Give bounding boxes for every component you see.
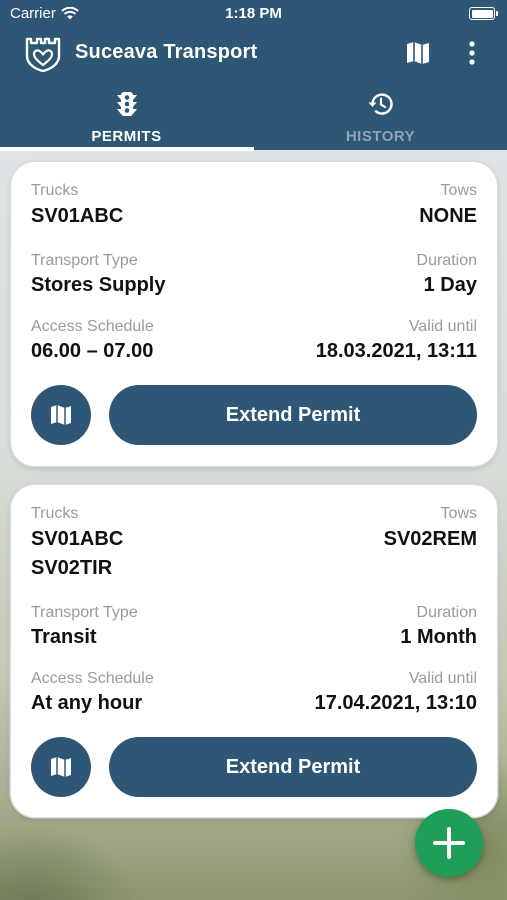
access-schedule-value: At any hour [31, 692, 143, 714]
extend-permit-button[interactable]: Extend Permit [109, 737, 477, 797]
truck-plate: SV01ABC [31, 528, 124, 550]
valid-until-label: Valid until [408, 670, 477, 687]
traffic-light-icon [116, 92, 137, 116]
access-schedule-label: Access Schedule [31, 318, 154, 335]
tows-value: NONE [419, 205, 477, 227]
add-permit-button[interactable] [415, 809, 483, 877]
tab-permits-label: PERMITS [91, 128, 162, 145]
tows-label: Tows [440, 505, 477, 522]
transport-type-value: Transit [31, 626, 97, 648]
extend-permit-button[interactable]: Extend Permit [109, 385, 477, 445]
truck-plate: SV02TIR [31, 557, 113, 579]
active-tab-indicator [0, 147, 254, 151]
tab-permits[interactable]: PERMITS [0, 86, 253, 150]
access-schedule-value: 06.00 – 07.00 [31, 340, 154, 362]
tab-history-label: HISTORY [345, 128, 416, 145]
plus-icon [433, 827, 465, 859]
trucks-label: Trucks [31, 182, 79, 199]
duration-label: Duration [416, 604, 477, 621]
history-icon [368, 93, 393, 115]
trucks-label: Trucks [31, 505, 79, 522]
battery-icon [469, 7, 498, 20]
status-bar: Carrier 1:18 PM [0, 0, 507, 28]
duration-value: 1 Day [423, 274, 477, 296]
access-schedule-label: Access Schedule [31, 670, 154, 687]
permit-card: Trucks Tows SV01ABC NONE Transport Type … [11, 162, 497, 466]
duration-label: Duration [416, 252, 477, 269]
permit-card: Trucks Tows SV01ABC SV02TIR SV02REM Tran… [11, 485, 497, 817]
more-options-icon[interactable] [462, 38, 482, 68]
tab-bar: PERMITS HISTORY [0, 86, 507, 151]
view-map-button[interactable] [31, 385, 91, 445]
app-bar: Suceava Transport PERMITS HISTORY [0, 28, 507, 151]
valid-until-value: 17.04.2021, 13:10 [314, 692, 477, 714]
view-map-button[interactable] [31, 737, 91, 797]
transport-type-label: Transport Type [31, 252, 138, 269]
tows-value: SV02REM [383, 528, 477, 550]
transport-type-label: Transport Type [31, 604, 138, 621]
clock: 1:18 PM [225, 5, 282, 22]
tows-label: Tows [440, 182, 477, 199]
tab-history[interactable]: HISTORY [254, 86, 507, 150]
app-title: Suceava Transport [75, 41, 258, 63]
valid-until-value: 18.03.2021, 13:11 [315, 340, 477, 362]
duration-value: 1 Month [400, 626, 477, 648]
valid-until-label: Valid until [408, 318, 477, 335]
map-icon [51, 757, 71, 777]
city-shield-logo-icon [25, 37, 61, 72]
transport-type-value: Stores Supply [31, 274, 166, 296]
truck-plate: SV01ABC [31, 205, 124, 227]
map-icon [51, 405, 71, 425]
map-icon[interactable] [405, 40, 431, 66]
